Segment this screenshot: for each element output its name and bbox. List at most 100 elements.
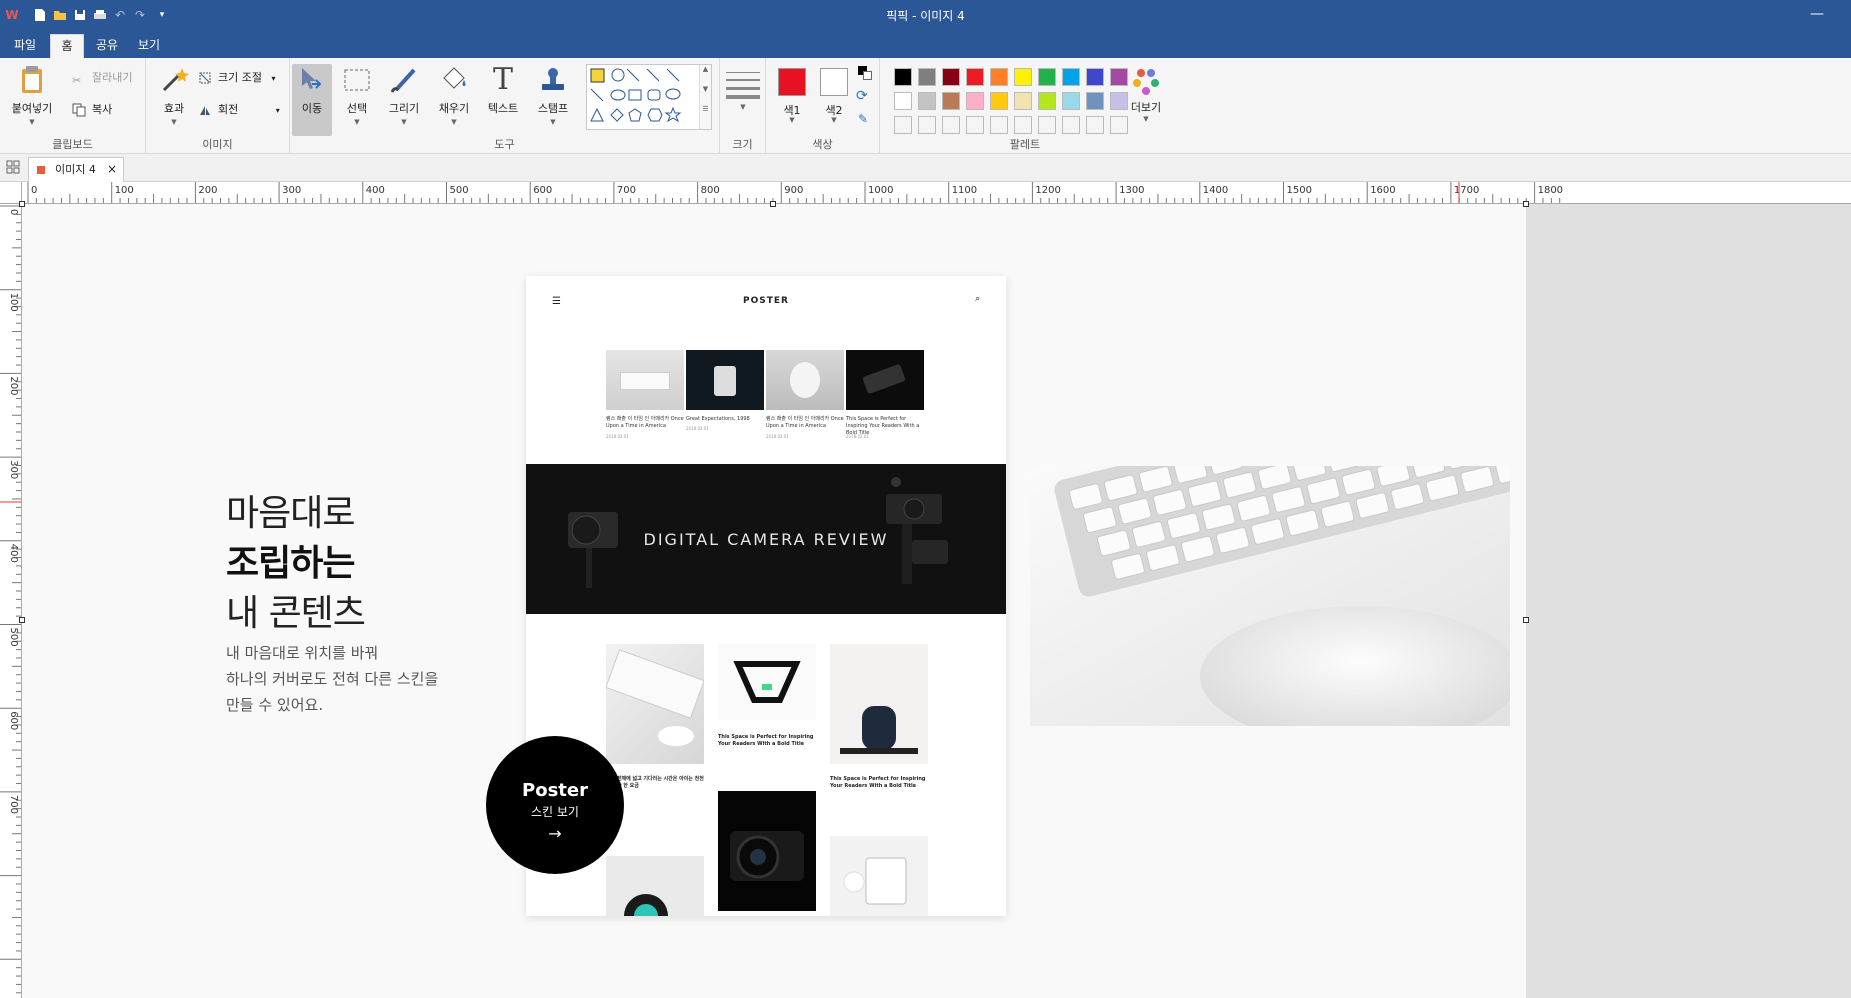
palette-swatch[interactable] <box>1062 68 1080 86</box>
move-button[interactable]: 이동 <box>292 64 332 136</box>
minimize-icon[interactable]: — <box>1809 6 1825 22</box>
palette-empty-swatch[interactable] <box>894 116 912 134</box>
palette-swatch[interactable] <box>1014 68 1032 86</box>
color2-swatch <box>820 68 848 96</box>
stamp-button[interactable]: 스탬프 ▼ <box>530 64 576 130</box>
palette-empty-swatch[interactable] <box>942 116 960 134</box>
shapes-scrollbar[interactable]: ▲ ▼ ☰ <box>699 65 711 129</box>
paint-bucket-icon <box>443 67 466 89</box>
swap-colors-icon[interactable]: ⟳ <box>856 88 868 104</box>
color-group-label: 색상 <box>812 138 833 151</box>
resize-handle[interactable] <box>1523 201 1529 207</box>
palette-swatch[interactable] <box>1038 68 1056 86</box>
resize-button[interactable]: 크기 조절 ▾ <box>196 68 276 88</box>
shape-arrow-icon <box>666 68 680 82</box>
title-bar: W ↶ ↷ ▾ 픽픽 - 이미지 4 — <box>0 0 1851 30</box>
palette-empty-swatch[interactable] <box>1086 116 1104 134</box>
more-colors-button[interactable]: 더보기 ▼ <box>1126 66 1166 132</box>
palette-empty-swatch[interactable] <box>1038 116 1056 134</box>
tablet-photo <box>830 836 928 916</box>
palette-swatch[interactable] <box>918 92 936 110</box>
palette-swatch[interactable] <box>918 68 936 86</box>
thumb-caption: 램스 매출 이 타임 인 아메리카 Once Upon a Time in Am… <box>606 416 684 429</box>
reset-colors-icon[interactable] <box>858 66 872 80</box>
palette-swatch[interactable] <box>990 92 1008 110</box>
ruler-label: 500 <box>450 185 469 196</box>
palette-swatch[interactable] <box>1086 68 1104 86</box>
palette-swatch[interactable] <box>1014 92 1032 110</box>
shape-triangle-icon <box>590 107 604 122</box>
paste-button[interactable]: 붙여넣기 ▼ <box>6 64 58 130</box>
tab-view[interactable]: 보기 <box>130 34 168 58</box>
line-width-button[interactable]: ▼ <box>726 70 760 118</box>
color2-button[interactable]: 색2 ▼ <box>816 58 852 130</box>
palette-swatch[interactable] <box>1062 92 1080 110</box>
color1-swatch <box>778 68 806 96</box>
resize-handle[interactable] <box>19 617 25 623</box>
resize-handle[interactable] <box>770 201 776 207</box>
clipboard-group-label: 클립보드 <box>52 138 93 151</box>
chevron-down-icon[interactable]: ▼ <box>700 85 711 93</box>
palette-empty-swatch[interactable] <box>1062 116 1080 134</box>
thumb-image <box>686 350 764 410</box>
chevron-down-icon: ▼ <box>831 116 837 124</box>
palette-swatch[interactable] <box>942 92 960 110</box>
palette-swatch[interactable] <box>1038 92 1056 110</box>
close-icon[interactable]: × <box>107 158 117 181</box>
palette-swatch[interactable] <box>990 68 1008 86</box>
poster-skin-button[interactable]: Poster 스킨 보기 → <box>486 736 624 874</box>
palette-swatch[interactable] <box>942 68 960 86</box>
palette-swatch[interactable] <box>966 92 984 110</box>
palette-swatch[interactable] <box>894 92 912 110</box>
palette-empty-swatch[interactable] <box>918 116 936 134</box>
grid-caption: This Space is Perfect for Inspiring Your… <box>830 776 926 789</box>
palette-empty-swatch[interactable] <box>1014 116 1032 134</box>
horizontal-ruler[interactable]: 0 100 200 300 400 500 600 700 800 900 1000 1100 1200… <box>22 182 1851 204</box>
copy-button[interactable]: 복사 <box>70 100 112 120</box>
effects-button[interactable]: 효과 ▼ <box>154 64 194 130</box>
color1-button[interactable]: 색1 ▼ <box>774 58 810 130</box>
hero-line-3: 내 콘텐츠 <box>226 593 366 634</box>
text-button[interactable]: T 텍스트 <box>480 64 526 130</box>
palette-empty-swatch[interactable] <box>966 116 984 134</box>
expand-gallery-icon[interactable]: ☰ <box>700 105 711 113</box>
palette-swatch[interactable] <box>1086 92 1104 110</box>
color-group: 색1 ▼ 색2 ▼ ⟳ ✎ 색상 <box>766 58 880 154</box>
palette-icon <box>1133 69 1159 95</box>
shape-pentagon-icon <box>628 108 642 122</box>
select-button[interactable]: 선택 ▼ <box>336 64 378 130</box>
palette-swatch[interactable] <box>894 68 912 86</box>
grid-caption: This Space is Perfect for Inspiring Your… <box>718 734 814 747</box>
hero-desc-1: 내 마음대로 위치를 바꿔 <box>226 644 379 662</box>
chevron-down-icon: ▼ <box>550 118 556 126</box>
shape-rect-selected-icon <box>590 68 605 83</box>
document-tab[interactable]: 이미지 4 × <box>28 157 124 182</box>
palette-empty-swatch[interactable] <box>990 116 1008 134</box>
tab-file[interactable]: 파일 <box>6 34 44 58</box>
chevron-down-icon: ▼ <box>789 116 795 124</box>
image-canvas[interactable]: 마음대로 조립하는 내 콘텐츠 내 마음대로 위치를 바꿔 하나의 커버로도 전… <box>19 201 1529 998</box>
paste-label: 붙여넣기 <box>11 102 53 115</box>
vertical-ruler[interactable]: 0 100 200 300 400 500 600 700 <box>0 204 22 998</box>
cut-button[interactable]: ✂ 잘라내기 <box>70 68 132 88</box>
chevron-up-icon[interactable]: ▲ <box>700 65 711 73</box>
grid-view-icon[interactable] <box>6 160 20 174</box>
palette-swatch[interactable] <box>966 68 984 86</box>
shape-polyline-icon <box>590 88 604 102</box>
shape-crosshair-icon <box>611 68 625 82</box>
rotate-button[interactable]: 회전 ▾ <box>196 100 280 120</box>
draw-button[interactable]: 그리기 ▼ <box>382 64 426 130</box>
text-icon: T <box>492 62 513 97</box>
resize-handle[interactable] <box>19 201 25 207</box>
ruler-label: 1000 <box>868 185 893 196</box>
palette-group-label: 팔레트 <box>1009 138 1041 151</box>
thumb-caption: 램스 매출 이 타임 인 아메리카 Once Upon a Time in Am… <box>766 416 844 429</box>
keyboard-mouse-photo <box>1030 466 1510 726</box>
eyedropper-icon[interactable]: ✎ <box>858 112 868 126</box>
resize-handle[interactable] <box>1523 617 1529 623</box>
fill-button[interactable]: 채우기 ▼ <box>432 64 476 130</box>
tab-share[interactable]: 공유 <box>88 34 126 58</box>
tab-home[interactable]: 홈 <box>50 34 84 58</box>
shape-diamond-icon <box>610 108 624 122</box>
palette-group: 더보기 ▼ 팔레트 <box>880 58 1161 154</box>
